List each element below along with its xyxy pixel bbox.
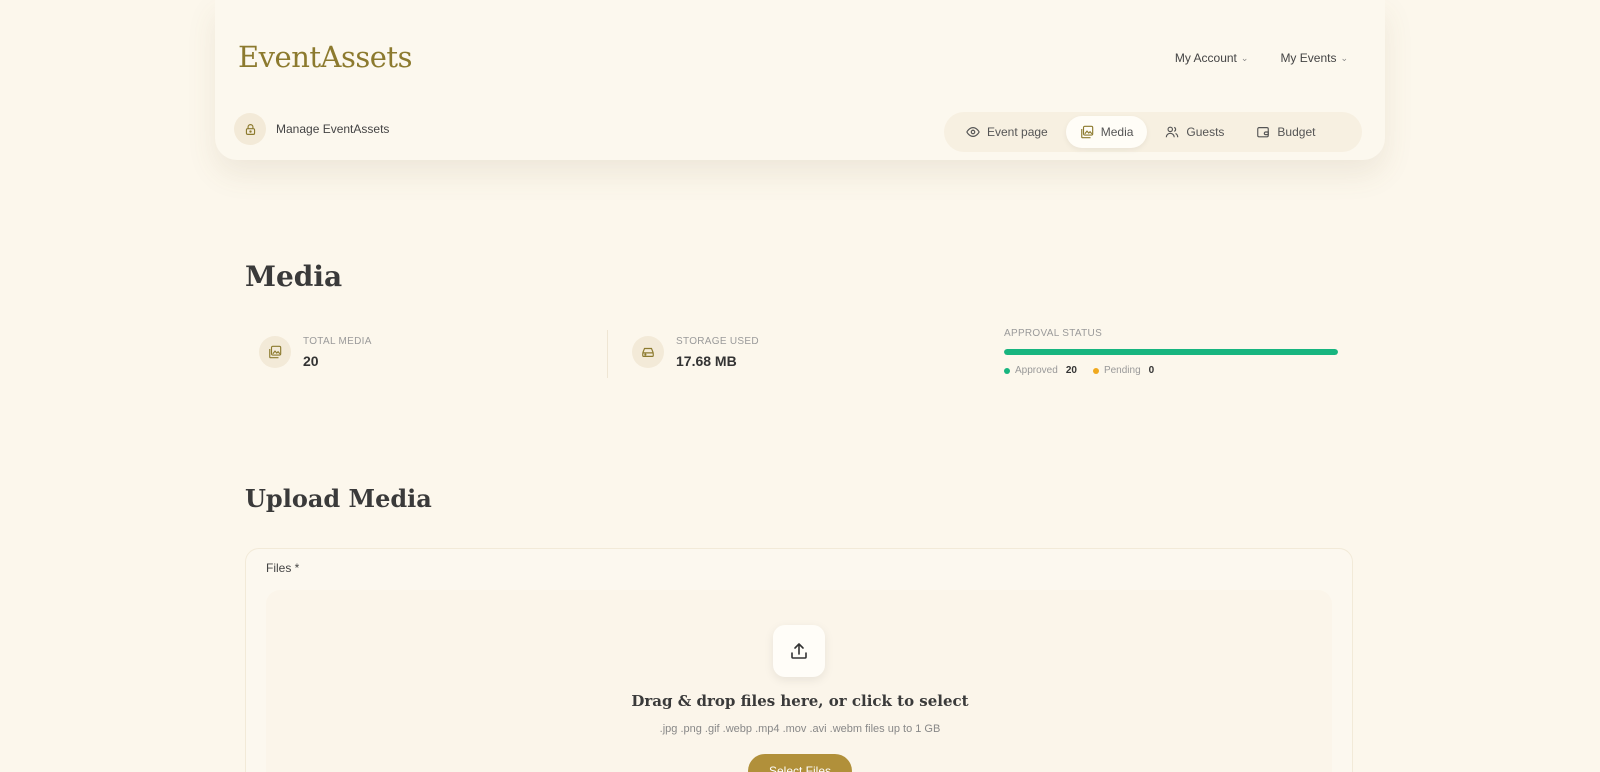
- approval-status: APPROVAL STATUS Approved 20 Pending 0: [1004, 328, 1340, 376]
- approved-label: Approved: [1015, 365, 1058, 376]
- tab-guests-label: Guests: [1186, 125, 1225, 139]
- my-account-label: My Account: [1174, 51, 1237, 65]
- chevron-down-icon: ⌄: [1240, 52, 1249, 63]
- images-icon: [259, 336, 291, 368]
- tab-media-label: Media: [1100, 125, 1134, 139]
- approved-legend-item: Approved 20: [1004, 365, 1077, 376]
- wallet-icon: [1257, 127, 1270, 138]
- storage-used-stat: STORAGE USED 17.68 MB: [618, 315, 759, 389]
- section-tabs: Event page Media Guests Budget: [944, 112, 1362, 152]
- approval-progress-fill: [1004, 349, 1338, 355]
- total-media-label: TOTAL MEDIA: [303, 335, 372, 347]
- top-nav: My Account ⌄ My Events ⌄: [1175, 51, 1348, 65]
- lock-icon: [234, 113, 266, 145]
- pending-dot: [1092, 367, 1099, 374]
- my-events-menu[interactable]: My Events ⌄: [1280, 51, 1348, 65]
- tab-event-page[interactable]: Event page: [952, 116, 1062, 148]
- dropzone-hint: .jpg .png .gif .webp .mp4 .mov .avi .web…: [659, 723, 941, 735]
- approved-dot: [1004, 367, 1010, 374]
- upload-icon[interactable]: [773, 625, 825, 677]
- approval-progress-bar: [1004, 349, 1338, 355]
- dropzone-title: Drag & drop files here, or click to sele…: [631, 692, 969, 710]
- total-media-value: 20: [303, 352, 319, 369]
- approval-status-label: APPROVAL STATUS: [1004, 328, 1103, 339]
- images-icon: [1080, 125, 1093, 139]
- pending-count: 0: [1148, 365, 1155, 376]
- pending-legend-item: Pending 0: [1092, 365, 1155, 376]
- upload-section-title: Upload Media: [245, 484, 432, 513]
- approved-count: 20: [1065, 365, 1077, 376]
- select-files-button[interactable]: Select Files: [748, 754, 852, 772]
- manage-label: Manage EventAssets: [276, 122, 390, 136]
- users-icon: [1166, 126, 1179, 138]
- hard-drive-icon: [632, 336, 664, 368]
- my-events-label: My Events: [1280, 51, 1337, 65]
- files-label: Files *: [266, 561, 300, 575]
- chevron-down-icon: ⌄: [1340, 52, 1348, 63]
- tab-guests[interactable]: Guests: [1151, 116, 1238, 148]
- pending-label: Pending: [1103, 365, 1141, 376]
- brand-logo[interactable]: EventAssets: [238, 40, 412, 74]
- total-media-stat: TOTAL MEDIA 20: [245, 315, 372, 389]
- stat-divider: [607, 330, 608, 378]
- tab-budget-label: Budget: [1277, 125, 1316, 139]
- storage-used-value: 17.68 MB: [676, 352, 737, 369]
- page-title: Media: [245, 260, 343, 293]
- tab-event-page-label: Event page: [987, 125, 1048, 139]
- approval-legend: Approved 20 Pending 0: [1004, 365, 1340, 376]
- tab-media[interactable]: Media: [1065, 116, 1148, 148]
- tab-budget[interactable]: Budget: [1242, 116, 1329, 148]
- manage-eventassets-link[interactable]: Manage EventAssets: [234, 113, 389, 145]
- my-account-menu[interactable]: My Account ⌄: [1175, 51, 1249, 65]
- file-dropzone[interactable]: [266, 590, 1332, 772]
- eye-icon: [966, 127, 980, 137]
- storage-used-label: STORAGE USED: [676, 335, 759, 347]
